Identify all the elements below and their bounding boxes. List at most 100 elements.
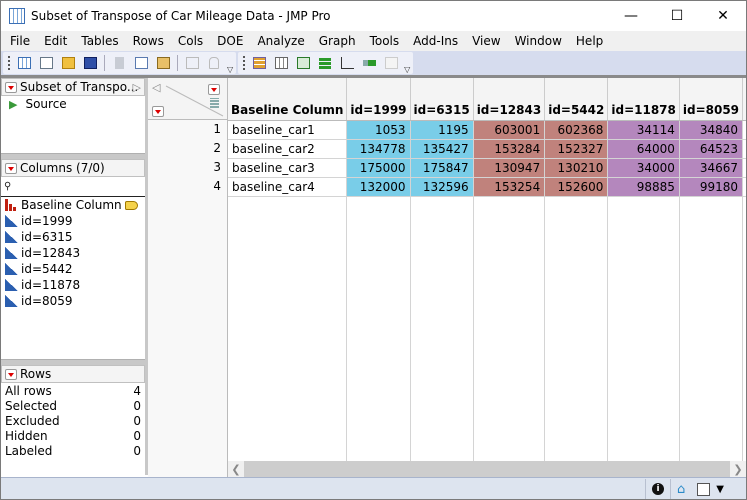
column-red-triangle-icon[interactable]: [208, 84, 220, 95]
toolbar-grip[interactable]: [8, 56, 11, 70]
column-header[interactable]: id=12843: [473, 78, 546, 121]
menu-graph[interactable]: Graph: [312, 34, 363, 48]
red-triangle-menu-icon[interactable]: [5, 368, 17, 380]
dropdown-icon[interactable]: ▼: [716, 484, 724, 495]
label-cell[interactable]: baseline_car3: [228, 158, 348, 178]
value-cell[interactable]: 1053: [346, 120, 411, 140]
value-cell[interactable]: 152600: [544, 177, 609, 197]
close-button[interactable]: ✕: [700, 1, 746, 31]
menu-edit[interactable]: Edit: [37, 34, 74, 48]
open-button[interactable]: [58, 54, 78, 72]
column-header[interactable]: id=5442: [544, 78, 609, 121]
value-cell[interactable]: 132000: [346, 177, 411, 197]
menu-view[interactable]: View: [465, 34, 507, 48]
table-layout-button[interactable]: [293, 54, 313, 72]
menu-rows[interactable]: Rows: [126, 34, 171, 48]
menu-analyze[interactable]: Analyze: [250, 34, 311, 48]
toolbar-overflow-icon[interactable]: ▽: [227, 65, 233, 74]
value-cell[interactable]: 34667: [679, 158, 744, 178]
column-header[interactable]: id=8059: [679, 78, 744, 121]
column-header[interactable]: Baseline Column: [228, 78, 348, 121]
label-cell[interactable]: baseline_car2: [228, 139, 348, 159]
fit-model-button[interactable]: [359, 54, 379, 72]
value-cell[interactable]: 132596: [410, 177, 474, 197]
column-search-input[interactable]: ⚲: [1, 177, 145, 197]
info-button[interactable]: i: [645, 479, 670, 499]
minimize-button[interactable]: —: [608, 1, 654, 31]
value-cell[interactable]: 34840: [679, 120, 744, 140]
table-row[interactable]: baseline_car4 132000 132596 153254 152600 988…: [228, 177, 746, 197]
column-item[interactable]: id=11878: [1, 277, 145, 293]
window-list-button[interactable]: ▼: [691, 479, 730, 499]
value-cell[interactable]: 64523: [679, 139, 744, 159]
subset-button[interactable]: [182, 54, 202, 72]
value-cell[interactable]: 603001: [473, 120, 546, 140]
home-button[interactable]: ⌂: [670, 479, 691, 499]
cut-button[interactable]: [109, 54, 129, 72]
column-item[interactable]: id=12843: [1, 245, 145, 261]
column-header[interactable]: id=1999: [346, 78, 411, 121]
column-item[interactable]: id=5442: [1, 261, 145, 277]
data-table-button[interactable]: [249, 54, 269, 72]
fit-y-by-x-button[interactable]: [337, 54, 357, 72]
menu-add-ins[interactable]: Add-Ins: [406, 34, 465, 48]
menu-tools[interactable]: Tools: [363, 34, 407, 48]
row-number[interactable]: 3: [213, 160, 221, 174]
value-cell[interactable]: 153284: [473, 139, 546, 159]
scroll-left-icon[interactable]: ❮: [228, 461, 244, 477]
new-script-button[interactable]: [36, 54, 56, 72]
value-cell[interactable]: 153254: [473, 177, 546, 197]
menu-help[interactable]: Help: [569, 34, 610, 48]
label-cell[interactable]: baseline_car4: [228, 177, 348, 197]
table-row[interactable]: baseline_car1 1053 1195 603001 602368 34114 34…: [228, 120, 746, 140]
value-cell[interactable]: 1195: [410, 120, 474, 140]
save-button[interactable]: [80, 54, 100, 72]
value-cell[interactable]: 152327: [544, 139, 609, 159]
table-script-source[interactable]: ▶ Source: [1, 96, 145, 112]
column-info-button[interactable]: [271, 54, 291, 72]
column-item[interactable]: id=6315: [1, 229, 145, 245]
distribution-button[interactable]: [315, 54, 335, 72]
scroll-right-icon[interactable]: ❯: [730, 461, 746, 477]
value-cell[interactable]: 135427: [410, 139, 474, 159]
menu-cols[interactable]: Cols: [171, 34, 210, 48]
value-cell[interactable]: 134778: [346, 139, 411, 159]
column-header[interactable]: id=6315: [410, 78, 474, 121]
column-item[interactable]: id=1999: [1, 213, 145, 229]
menu-doe[interactable]: DOE: [210, 34, 250, 48]
copy-button[interactable]: [131, 54, 151, 72]
menu-file[interactable]: File: [3, 34, 37, 48]
row-number[interactable]: 4: [213, 179, 221, 193]
table-row[interactable]: baseline_car2 134778 135427 153284 152327 640…: [228, 139, 746, 159]
value-cell[interactable]: 34114: [607, 120, 680, 140]
lock-button[interactable]: [204, 54, 224, 72]
table-row[interactable]: baseline_car3 175000 175847 130947 130210 340…: [228, 158, 746, 178]
toolbar-overflow-icon[interactable]: ▽: [404, 65, 410, 74]
toolbar-grip[interactable]: [243, 56, 246, 70]
value-cell[interactable]: 98885: [607, 177, 680, 197]
horizontal-scrollbar[interactable]: ❮ ❯: [228, 461, 746, 477]
edit-script-button[interactable]: [381, 54, 401, 72]
column-item-baseline[interactable]: Baseline Column: [1, 197, 145, 213]
value-cell[interactable]: 175000: [346, 158, 411, 178]
value-cell[interactable]: 99180: [679, 177, 744, 197]
collapse-left-arrow-icon[interactable]: ◁: [152, 81, 160, 94]
menu-window[interactable]: Window: [508, 34, 569, 48]
menu-tables[interactable]: Tables: [74, 34, 125, 48]
maximize-button[interactable]: ☐: [654, 1, 700, 31]
row-number[interactable]: 1: [213, 122, 221, 136]
paste-button[interactable]: [153, 54, 173, 72]
value-cell[interactable]: 130210: [544, 158, 609, 178]
red-triangle-menu-icon[interactable]: [5, 81, 17, 93]
column-header[interactable]: id=11878: [607, 78, 680, 121]
value-cell[interactable]: 34000: [607, 158, 680, 178]
red-triangle-menu-icon[interactable]: [5, 162, 17, 174]
window-checkbox[interactable]: [697, 482, 711, 496]
row-number[interactable]: 2: [213, 141, 221, 155]
value-cell[interactable]: 602368: [544, 120, 609, 140]
row-red-triangle-icon[interactable]: [152, 106, 164, 117]
new-data-table-button[interactable]: [14, 54, 34, 72]
value-cell[interactable]: 175847: [410, 158, 474, 178]
value-cell[interactable]: 64000: [607, 139, 680, 159]
column-item[interactable]: id=8059: [1, 293, 145, 309]
